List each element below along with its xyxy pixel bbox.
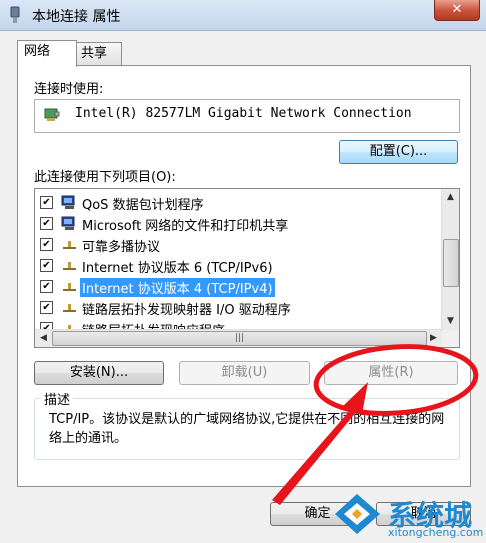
list-item-label: Microsoft 网络的文件和打印机共享	[82, 219, 289, 234]
checkbox[interactable]: ✔	[40, 301, 53, 314]
list-item-selected[interactable]: ✔ Internet 协议版本 4 (TCP/IPv4)	[35, 276, 439, 297]
window-title: 本地连接 属性	[32, 9, 121, 25]
protocol-icon	[63, 304, 76, 312]
vertical-scrollbar[interactable]: ▲ ▼	[441, 189, 459, 330]
network-adapter-icon	[10, 6, 20, 23]
list-item[interactable]: ✔ 链路层拓扑发现映射器 I/O 驱动程序	[35, 297, 439, 318]
list-item[interactable]: ✔ QoS 数据包计划程序	[35, 192, 439, 213]
list-item[interactable]: ✔ Internet 协议版本 6 (TCP/IPv6)	[35, 255, 439, 276]
protocol-icon	[63, 241, 76, 249]
scroll-corner	[442, 330, 459, 347]
scroll-thumb[interactable]	[443, 239, 459, 287]
close-button[interactable]: ✕	[434, 0, 480, 21]
watermark-url: xitongcheng.com	[388, 526, 484, 539]
scroll-left-icon[interactable]: ◀	[35, 330, 52, 347]
network-client-icon	[61, 195, 75, 209]
tab-network[interactable]: 网络	[17, 40, 77, 67]
items-label: 此连接使用下列项目(O):	[34, 170, 176, 185]
scroll-down-icon[interactable]: ▼	[442, 313, 459, 330]
components-list[interactable]: ✔ QoS 数据包计划程序 ✔ Microsoft 网络的文件和打印机共享 ✔ …	[34, 188, 460, 348]
protocol-icon	[63, 262, 76, 270]
adapter-field: Intel(R) 82577LM Gigabit Network Connect…	[34, 99, 460, 133]
uninstall-button[interactable]: 卸载(U)	[179, 361, 310, 385]
list-item-label: Internet 协议版本 6 (TCP/IPv6)	[82, 261, 273, 276]
list-item[interactable]: ✔ Microsoft 网络的文件和打印机共享	[35, 213, 439, 234]
scroll-right-icon[interactable]: ▶	[425, 330, 442, 347]
scroll-up-icon[interactable]: ▲	[442, 189, 459, 206]
adapter-name: Intel(R) 82577LM Gigabit Network Connect…	[75, 106, 412, 121]
list-item-label: Internet 协议版本 4 (TCP/IPv4)	[80, 278, 275, 297]
horizontal-scrollbar[interactable]: ◀ ||| ▶	[35, 329, 442, 347]
connect-using-label: 连接时使用:	[34, 82, 104, 97]
checkbox[interactable]: ✔	[40, 259, 53, 272]
scroll-thumb[interactable]: |||	[52, 331, 427, 346]
watermark-logo-icon	[335, 494, 380, 534]
network-card-icon	[44, 108, 60, 121]
configure-button[interactable]: 配置(C)...	[339, 140, 458, 164]
list-item-label: QoS 数据包计划程序	[82, 198, 204, 213]
install-button[interactable]: 安装(N)...	[34, 361, 164, 385]
list-item-label: 链路层拓扑发现映射器 I/O 驱动程序	[82, 303, 291, 318]
close-icon: ✕	[451, 2, 463, 17]
tab-sharing[interactable]: 共享	[74, 42, 122, 66]
description-legend: 描述	[41, 389, 74, 408]
list-item-label: 可靠多播协议	[82, 240, 161, 255]
protocol-icon	[63, 283, 76, 291]
network-client-icon	[61, 216, 75, 230]
title-bar: 本地连接 属性 ✕	[0, 0, 486, 31]
properties-button[interactable]: 属性(R)	[324, 361, 458, 385]
description-group: 描述 TCP/IP。该协议是默认的广域网络协议,它提供在不同的相互连接的网络上的…	[34, 389, 460, 460]
checkbox[interactable]: ✔	[40, 217, 53, 230]
checkbox[interactable]: ✔	[40, 238, 53, 251]
list-item[interactable]: ✔ 可靠多播协议	[35, 234, 439, 255]
description-text: TCP/IP。该协议是默认的广域网络协议,它提供在不同的相互连接的网络上的通讯。	[49, 412, 445, 446]
checkbox[interactable]: ✔	[40, 280, 53, 293]
checkbox[interactable]: ✔	[40, 196, 53, 209]
